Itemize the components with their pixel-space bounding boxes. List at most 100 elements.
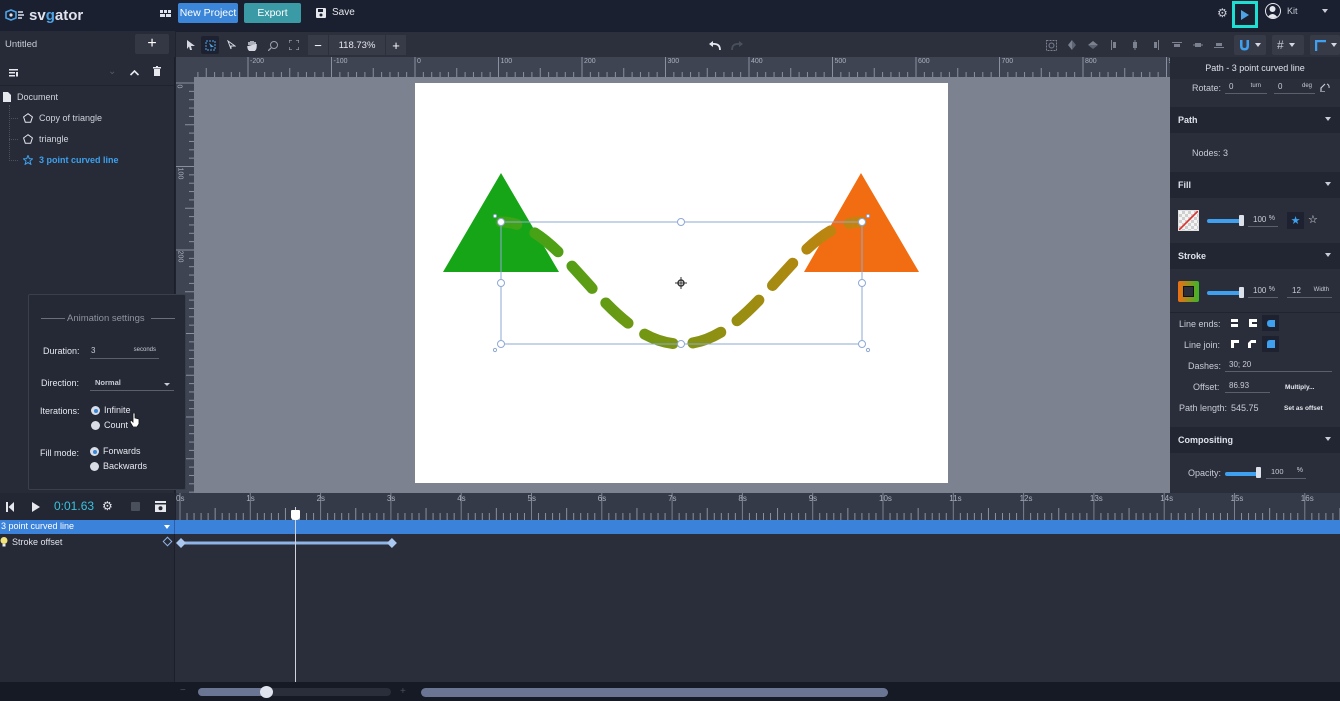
delete-trash-icon[interactable] [153,66,161,79]
node-edit-tool-icon[interactable] [201,36,219,54]
fill-section-header[interactable]: Fill [1170,172,1340,198]
transform-origin-icon[interactable] [675,277,687,289]
fill-opacity-thumb[interactable] [1239,215,1244,226]
stroke-opacity-thumb[interactable] [1239,287,1244,298]
fill-opacity-input[interactable]: 100 % [1248,215,1278,227]
stroke-opacity-input[interactable]: 100 % [1248,286,1278,298]
redo-icon[interactable] [728,36,746,54]
track-label-cell[interactable]: 3 point curved line [0,520,175,534]
fill-star-favorite-icon[interactable]: ★ [1287,212,1304,229]
playhead-handle[interactable] [290,510,300,520]
iterations-infinite-radio[interactable] [91,406,100,415]
timeline-settings-gear-icon[interactable]: ⚙ [102,499,113,513]
property-row-stroke-offset[interactable]: Stroke offset [0,537,62,547]
timeline-ruler[interactable]: 0s 1s 2s 3s 4s 5s 6s 7s 8s 9s 10s 11s 12s 13s 14s 15s 16… [176,493,1340,520]
layer-item-document[interactable]: Document [3,92,58,102]
bevel-join-icon[interactable] [1248,340,1256,348]
horizontal-ruler[interactable]: -200-10001002003004005006007008009 [176,57,1172,77]
hand-tool-icon[interactable] [243,36,261,54]
opacity-thumb[interactable] [1256,467,1261,478]
move-up-icon[interactable] [129,67,140,79]
fill-opacity-slider[interactable] [1207,219,1241,223]
undo-icon[interactable] [706,36,724,54]
fill-star-outline-icon[interactable]: ☆ [1308,213,1318,226]
align-bottom-icon[interactable] [1210,36,1228,54]
current-time-display[interactable]: 0:01.63 [54,499,94,513]
add-keyframe-diamond-icon[interactable] [162,536,173,547]
export-button[interactable]: Export [244,3,301,23]
layer-item-triangle[interactable]: triangle [23,134,69,144]
dashes-input[interactable]: 30; 20 [1225,360,1332,372]
resize-handle[interactable] [677,218,685,226]
track-expand-caret-icon[interactable] [164,525,170,529]
timeline-zoom-out-icon[interactable]: − [180,685,186,696]
snapping-magnet-dropdown[interactable] [1234,35,1266,55]
zoom-tool-icon[interactable] [264,36,282,54]
align-top-icon[interactable] [1168,36,1186,54]
flip-horizontal-icon[interactable] [1063,36,1081,54]
timeline-zoom-track[interactable] [198,686,391,698]
align-center-target-icon[interactable] [1042,36,1060,54]
timeline-view-toggle-icon[interactable] [155,501,166,512]
easing-icon[interactable] [131,502,140,511]
compositing-section-header[interactable]: Compositing [1170,427,1340,453]
opacity-slider[interactable] [1225,472,1259,476]
canvas-workspace[interactable] [176,57,1170,493]
corner-guides-dropdown[interactable] [1310,35,1340,55]
round-join-button[interactable] [1262,336,1279,352]
new-project-button[interactable]: New Project [178,3,238,23]
rotate-turn-input[interactable]: 0 turn [1225,82,1267,94]
play-preview-button[interactable] [1232,1,1258,28]
select-tool-icon[interactable] [182,36,200,54]
keyframe-diamond[interactable] [176,538,186,548]
fill-mode-forwards-radio[interactable] [90,447,99,456]
lightbulb-icon[interactable] [0,537,8,547]
rotate-deg-input[interactable]: 0 deg [1274,82,1315,94]
track-row[interactable]: 3 point curved line [0,520,1340,534]
fit-screen-icon[interactable] [285,36,303,54]
zoom-in-button[interactable]: + [386,35,406,55]
multiply-button[interactable]: Multiply... [1285,384,1315,391]
align-left-icon[interactable] [1105,36,1123,54]
path-section-header[interactable]: Path [1170,107,1340,133]
resize-handle[interactable] [858,218,866,226]
keyframe-diamond[interactable] [386,538,397,548]
timeline-zoom-thumb[interactable] [260,686,273,698]
rotate-handle[interactable] [492,347,498,353]
offset-input[interactable]: 86.93 [1225,381,1270,393]
align-right-icon[interactable] [1147,36,1165,54]
timeline-play-icon[interactable] [32,502,40,512]
align-hcenter-icon[interactable] [1126,36,1144,54]
stroke-color-swatch[interactable] [1178,281,1199,302]
butt-cap-icon[interactable] [1231,319,1238,327]
playhead-line[interactable] [290,507,300,682]
save-button[interactable]: Save [316,7,355,18]
rotate-handle[interactable] [865,347,871,353]
square-cap-icon[interactable] [1249,319,1257,327]
fill-color-swatch[interactable] [1178,210,1199,231]
resize-handle[interactable] [858,340,866,348]
zoom-out-button[interactable]: − [308,35,328,55]
align-vcenter-icon[interactable] [1189,36,1207,54]
stroke-width-input[interactable]: 12 Width [1287,286,1332,298]
resize-handle[interactable] [858,279,866,287]
duration-input[interactable]: 3 seconds [90,346,159,359]
dashboard-grid-icon[interactable] [160,9,171,21]
layer-item-3-point-curved-line[interactable]: 3 point curved line [23,155,119,165]
layer-item-copy-of-triangle[interactable]: Copy of triangle [23,113,102,123]
rotate-handle[interactable] [492,213,498,219]
fill-mode-backwards-radio[interactable] [90,462,99,471]
direction-select[interactable]: Normal [90,377,174,391]
direct-select-tool-icon[interactable] [222,36,240,54]
iterations-count-radio[interactable] [91,421,100,430]
add-element-button[interactable]: + [135,34,169,54]
flip-vertical-icon[interactable] [1084,36,1102,54]
stroke-section-header[interactable]: Stroke [1170,243,1340,269]
timeline-horizontal-scrollbar[interactable] [421,688,888,697]
move-down-icon[interactable]: ⌄ [108,66,116,77]
round-cap-button[interactable] [1262,315,1279,331]
layers-menu-icon[interactable] [9,68,19,80]
timeline-zoom-in-icon[interactable]: + [400,686,406,697]
resize-handle[interactable] [497,218,505,226]
stroke-opacity-slider[interactable] [1207,291,1241,295]
